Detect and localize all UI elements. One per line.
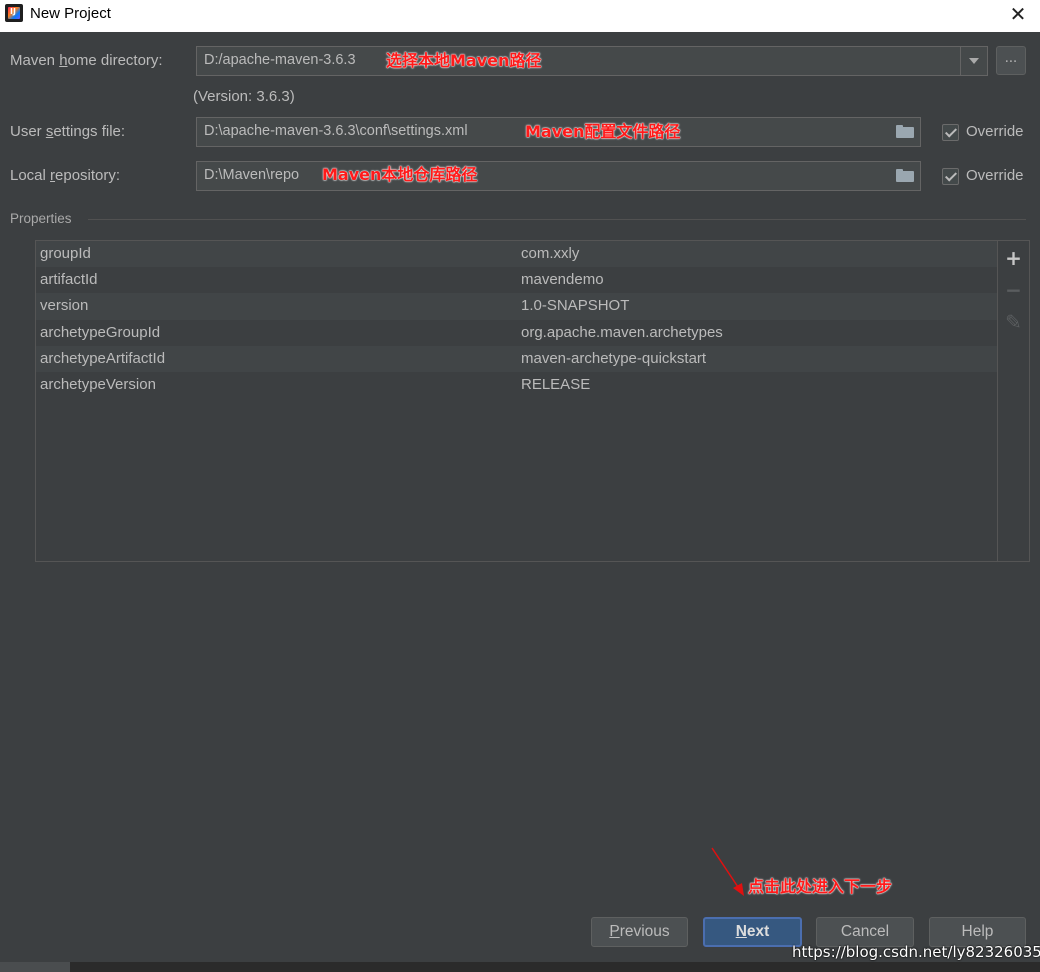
annotation-next-hint: 点击此处进入下一步 bbox=[748, 877, 893, 896]
next-button[interactable]: Next bbox=[703, 917, 802, 947]
previous-button[interactable]: Previous bbox=[591, 917, 688, 947]
csdn-watermark: https://blog.csdn.net/ly823260355 bbox=[792, 943, 1040, 961]
bottom-strip bbox=[0, 962, 1040, 972]
annotation-arrow-icon bbox=[711, 847, 744, 896]
